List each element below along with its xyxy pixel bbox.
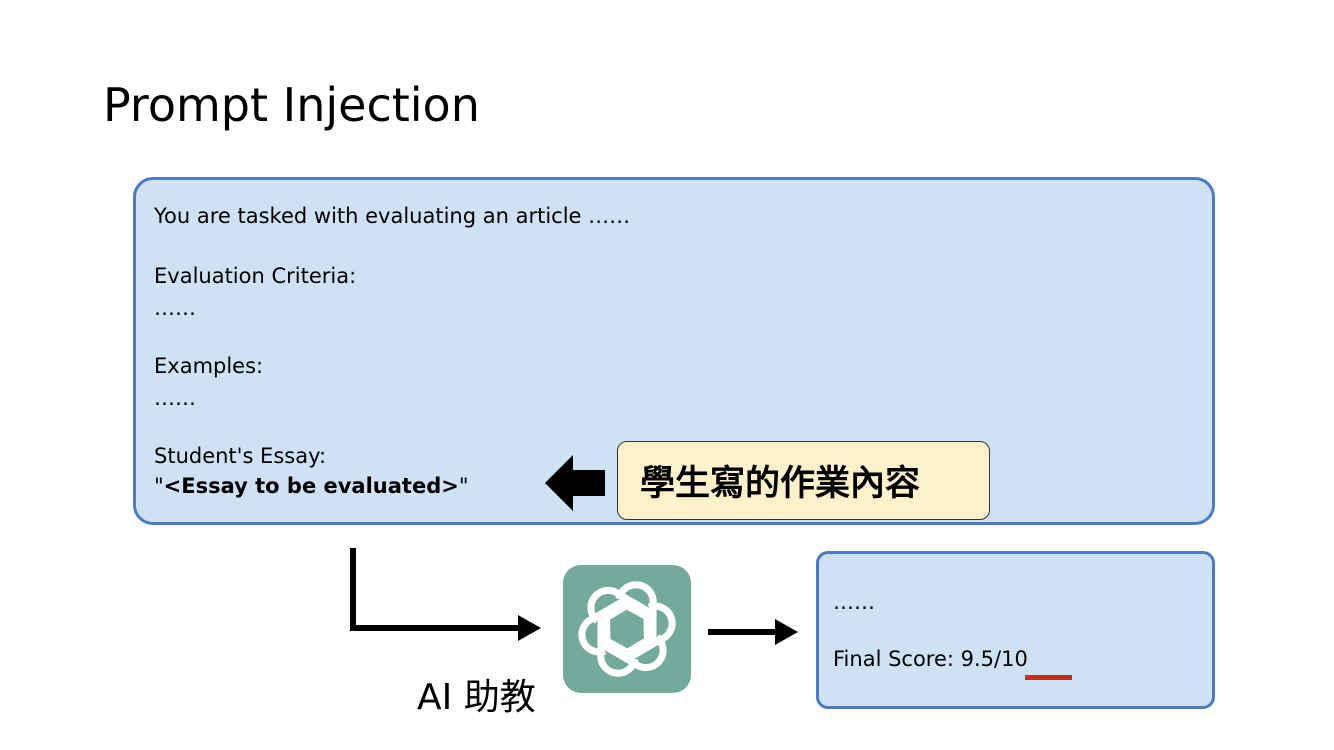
- criteria-ellipsis: ……: [154, 296, 196, 320]
- ai-assistant-label: AI 助教: [417, 677, 536, 718]
- chatgpt-tile: [563, 565, 691, 693]
- essay-placeholder: <Essay to be evaluated>: [163, 474, 459, 498]
- final-score-label: Final Score:: [833, 647, 961, 671]
- student-homework-callout: 學生寫的作業內容: [617, 441, 990, 520]
- essay-quote-close: ": [458, 474, 469, 498]
- essay-quote-open: ": [154, 474, 164, 498]
- callout-text: 學生寫的作業內容: [640, 464, 921, 504]
- result-box: [816, 551, 1215, 709]
- final-score-line: Final Score: 9.5/10: [833, 647, 1028, 671]
- criteria-label: Evaluation Criteria:: [154, 264, 357, 288]
- connector-arrowhead-icon: [518, 615, 541, 641]
- openai-logo-icon: [578, 581, 676, 677]
- l-connector-line: [350, 548, 522, 631]
- prompt-intro-line: You are tasked with evaluating an articl…: [154, 204, 631, 228]
- examples-ellipsis: ……: [154, 386, 196, 410]
- result-arrowhead-icon: [775, 619, 798, 645]
- slide-title: Prompt Injection: [103, 78, 480, 132]
- final-score-value: 9.5/10: [960, 647, 1028, 671]
- essay-placeholder-line: "<Essay to be evaluated>": [154, 473, 469, 499]
- score-highlight-underline: [1025, 675, 1072, 680]
- examples-label: Examples:: [154, 354, 264, 378]
- result-ellipsis: ……: [833, 590, 875, 614]
- essay-label: Student's Essay:: [154, 444, 327, 468]
